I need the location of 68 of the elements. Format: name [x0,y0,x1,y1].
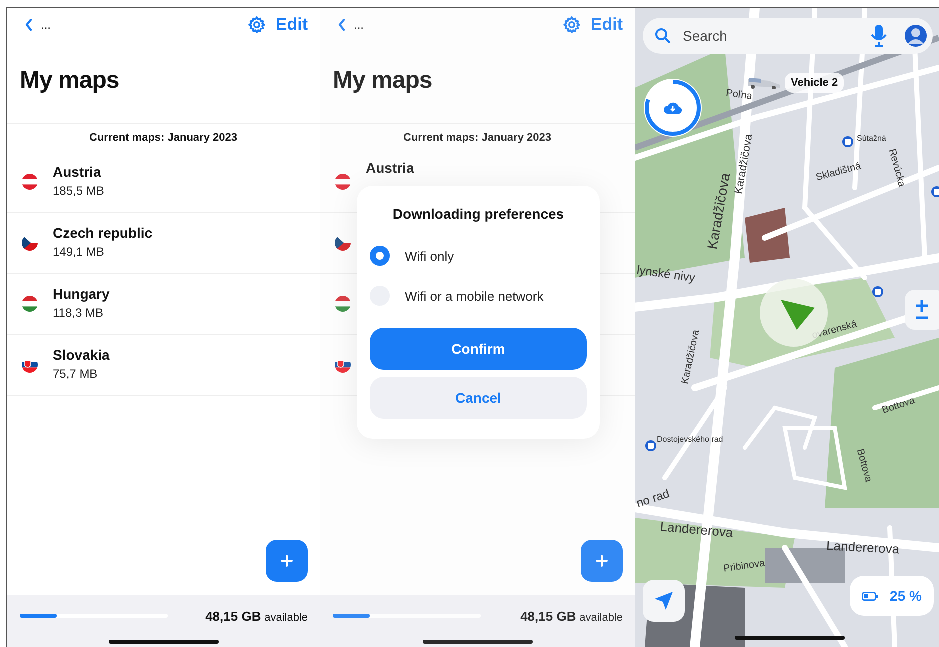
page-title: My maps [333,66,434,96]
map-name: Austria [366,160,414,176]
avatar-icon[interactable] [905,25,927,47]
map-name: Hungary [53,286,110,302]
plus-icon [281,555,293,567]
battery-percent: 25 % [890,588,922,604]
street-label: Sútažná [857,135,886,144]
map-name: Slovakia [53,347,110,363]
map-size: 149,1 MB [53,245,106,259]
search-field[interactable]: Search [643,18,933,54]
navigation-arrow-icon [654,591,674,611]
flag-icon [22,174,38,190]
back-label: ... [41,19,52,31]
storage-text: 48,15 GB available [206,608,308,624]
parking-icon[interactable] [842,136,854,148]
back-label: ... [354,19,364,31]
search-input[interactable]: Search [681,27,861,45]
map-name: Czech republic [53,225,153,241]
street-label: Bottova [881,396,917,416]
street-label: no rad [635,487,672,511]
parking-icon[interactable] [645,440,657,452]
battery-icon [862,592,878,600]
section-header: Current maps: January 2023 [7,123,320,152]
street-label: Poľna [725,88,754,103]
add-button[interactable] [581,540,623,582]
cloud-download-icon [664,102,682,114]
download-progress-ring[interactable] [643,78,703,138]
chevron-left-icon [25,19,33,31]
street-label: Landererova [826,539,900,558]
street-label: lynské nivy [636,264,696,286]
add-button[interactable] [266,540,308,582]
street-label: Dostojevského rad [657,436,724,445]
section-header: Current maps: January 2023 [320,123,635,152]
map-size: 75,7 MB [53,367,99,381]
map-name: Austria [53,164,102,180]
option-label: Wifi or a mobile network [405,288,544,304]
search-icon [655,28,671,44]
microphone-icon[interactable] [871,25,887,47]
street-label: Landererova [660,520,734,541]
radio-button[interactable] [370,246,390,266]
back-button[interactable]: ... [25,19,52,31]
cancel-button[interactable]: Cancel [370,377,587,419]
settings-icon[interactable] [248,16,266,34]
flag-icon [22,296,38,312]
zoom-button[interactable] [905,290,939,330]
vehicle-label: Vehicle 2 [785,73,844,93]
street-label: Bottova [854,448,874,484]
settings-icon[interactable] [562,16,581,34]
chevron-left-icon [338,19,346,31]
street-label: Pribinova [723,558,766,575]
parking-icon[interactable] [872,286,884,298]
map-size: 185,5 MB [53,184,104,198]
map-size: 118,3 MB [53,306,104,320]
flag-icon [335,235,351,251]
street-label: Karadžičova [733,133,756,196]
option-label: Wifi only [405,248,454,264]
flag-icon [335,174,351,190]
plus-icon [596,555,608,567]
street-label: Revúcka [886,148,908,188]
street-label: Karadžičova [705,172,734,251]
flag-icon [22,235,38,251]
flag-icon [335,296,351,312]
back-button[interactable]: ... [338,19,364,31]
locate-button[interactable] [643,580,685,622]
page-title: My maps [20,66,120,96]
storage-text: 48,15 GB available [520,608,623,624]
confirm-button[interactable]: Confirm [370,328,587,370]
edit-button[interactable]: Edit [276,15,308,35]
